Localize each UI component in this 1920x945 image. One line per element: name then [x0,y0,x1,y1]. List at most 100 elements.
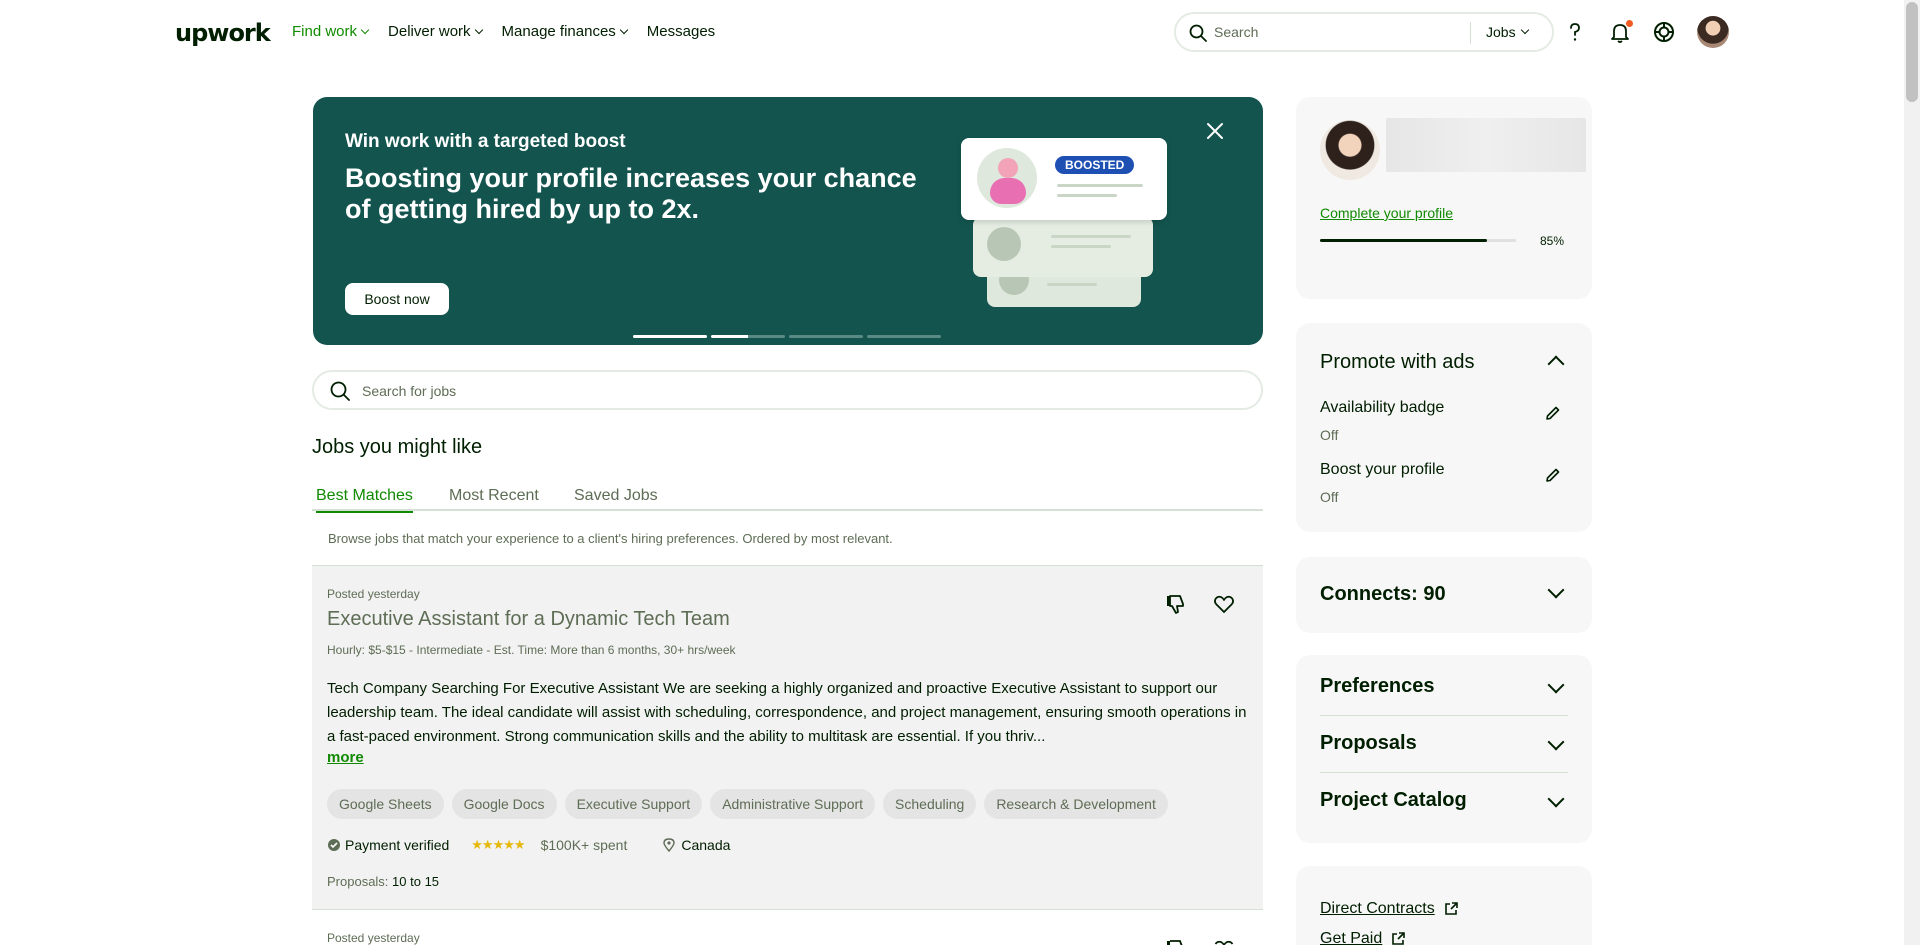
heart-icon[interactable] [1212,937,1236,945]
availability-badge-label: Availability badge [1320,399,1445,416]
verified-check-icon [328,839,340,851]
external-link-icon [1444,902,1458,915]
carousel-dot[interactable] [789,335,863,338]
search-icon [330,381,350,401]
boost-now-button[interactable]: Boost now [345,283,449,315]
direct-contracts-link[interactable]: Direct Contracts [1320,900,1459,918]
more-link[interactable]: more [327,749,364,766]
client-spent: $100K+ spent [540,837,628,853]
job-card[interactable]: Posted yesterday [312,910,1263,945]
location-pin-icon [663,838,676,852]
skill-tag[interactable]: Research & Development [984,789,1168,819]
skill-tag[interactable]: Google Sheets [327,789,444,819]
search-divider [1470,22,1471,44]
top-header: upwork Find work Deliver work Manage fin… [0,0,1904,64]
promote-ads-title: Promote with ads [1320,351,1475,373]
connects-card[interactable]: Connects: 90 [1296,557,1592,633]
carousel-dot[interactable] [633,335,707,338]
preferences-label: Preferences [1320,675,1435,697]
illustration-line [1051,235,1131,238]
carousel-dot[interactable] [867,335,941,338]
edit-pencil-icon[interactable] [1543,465,1563,485]
project-catalog-label: Project Catalog [1320,789,1467,811]
apps-icon[interactable] [1650,18,1678,46]
preferences-section[interactable]: Preferences [1320,659,1568,716]
scrollbar-thumb[interactable] [1906,2,1918,102]
edit-pencil-icon[interactable] [1543,403,1563,423]
preferences-card: Preferences Proposals Project Catalog [1296,655,1592,843]
heart-icon[interactable] [1212,592,1236,616]
skill-tag[interactable]: Scheduling [883,789,977,819]
illustration-avatar-head [998,158,1018,178]
chevron-down-icon [1520,25,1529,35]
tab-saved-jobs[interactable]: Saved Jobs [574,487,658,511]
get-paid-label: Get Paid [1320,930,1383,945]
search-input[interactable]: Search [1214,24,1258,40]
project-catalog-section[interactable]: Project Catalog [1320,773,1568,830]
job-title[interactable]: Executive Assistant for a Dynamic Tech T… [327,608,730,631]
connects-label: Connects: 90 [1320,583,1446,605]
banner-kicker: Win work with a targeted boost [345,131,626,152]
job-card[interactable]: Posted yesterday Executive Assistant for… [312,565,1263,910]
chevron-down-icon [619,25,629,34]
profile-progress-label: 85% [1540,234,1565,248]
header-search[interactable]: Search Jobs [1174,12,1554,52]
skill-tag[interactable]: Google Docs [451,789,557,819]
nav-messages[interactable]: Messages [647,23,715,40]
availability-badge-value: Off [1320,427,1339,443]
nav-deliver-work[interactable]: Deliver work [388,23,483,40]
job-search-field[interactable]: Search for jobs [312,370,1263,410]
skill-tag[interactable]: Executive Support [564,789,703,819]
carousel-indicators [633,335,941,338]
carousel-dot[interactable] [711,335,785,338]
chevron-down-icon [474,25,483,34]
notification-dot [1626,20,1633,27]
thumbs-down-icon[interactable] [1164,937,1188,945]
job-posted-time: Posted yesterday [327,587,420,601]
close-icon[interactable] [1201,117,1229,145]
client-location: Canada [663,837,730,853]
illustration-avatar [987,227,1021,261]
skills-list: Google Sheets Google Docs Executive Supp… [327,789,1168,819]
chevron-up-icon[interactable] [1547,355,1565,373]
chevron-down-icon [360,25,370,34]
rating-stars: ★★★★★ [471,837,525,852]
links-card: Direct Contracts Get Paid [1296,866,1592,945]
job-meta: Hourly: $5-$15 - Intermediate - Est. Tim… [327,643,736,657]
boosted-tag: BOOSTED [1055,156,1135,174]
profile-progress-fill [1320,239,1487,242]
tab-most-recent[interactable]: Most Recent [449,487,539,511]
main-nav: Find work Deliver work Manage finances M… [292,23,715,40]
get-paid-link[interactable]: Get Paid [1320,930,1406,945]
chevron-down-icon [1547,733,1565,751]
tab-description: Browse jobs that match your experience t… [328,531,893,546]
avatar[interactable] [1697,16,1729,48]
nav-deliver-work-label: Deliver work [388,23,471,40]
job-description: Tech Company Searching For Executive Ass… [327,680,1247,745]
profile-avatar[interactable] [1320,120,1380,180]
search-scope-select[interactable]: Jobs [1486,24,1529,40]
nav-manage-finances[interactable]: Manage finances [502,23,629,40]
direct-contracts-label: Direct Contracts [1320,900,1435,917]
external-link-icon [1392,932,1406,945]
tab-best-matches[interactable]: Best Matches [316,487,413,513]
thumbs-down-icon[interactable] [1164,592,1188,616]
client-location-label: Canada [681,837,731,853]
proposals-section[interactable]: Proposals [1320,716,1568,773]
illustration-line [1057,194,1117,197]
skill-tag[interactable]: Administrative Support [710,789,876,819]
boost-profile-value: Off [1320,489,1339,505]
page-scrollbar[interactable] [1904,0,1920,945]
nav-find-work[interactable]: Find work [292,23,370,40]
job-posted-time: Posted yesterday [327,931,420,945]
blurred-profile-info [1386,118,1586,172]
chevron-down-icon [1547,790,1565,808]
search-icon [1189,24,1207,42]
boost-profile-label: Boost your profile [1320,461,1445,478]
chevron-down-icon[interactable] [1547,581,1565,599]
job-proposals: Proposals: 10 to 15 [327,874,439,889]
job-search-input[interactable]: Search for jobs [362,383,456,399]
complete-profile-link[interactable]: Complete your profile [1320,205,1453,221]
upwork-logo[interactable]: upwork [175,19,271,47]
help-icon[interactable] [1561,18,1589,46]
